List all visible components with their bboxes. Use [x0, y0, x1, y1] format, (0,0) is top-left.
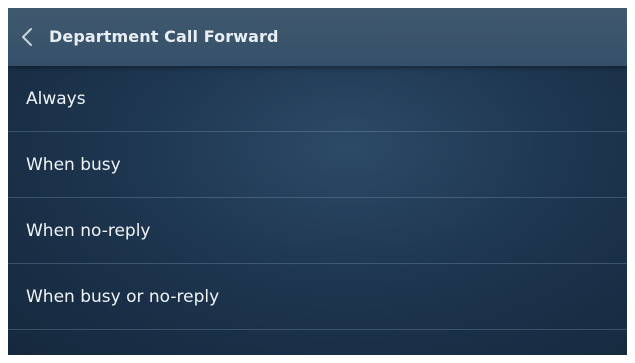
option-when-busy-or-no-reply[interactable]: When busy or no-reply: [8, 264, 627, 330]
chevron-left-icon: [21, 27, 33, 47]
option-when-no-reply[interactable]: When no-reply: [8, 198, 627, 264]
option-label: When no-reply: [26, 221, 151, 241]
header-bar: Department Call Forward: [8, 8, 627, 66]
call-forward-screen: Department Call Forward Always When busy…: [8, 8, 627, 355]
option-label: When busy: [26, 155, 121, 175]
option-label: When busy or no-reply: [26, 287, 220, 307]
back-button[interactable]: [16, 24, 38, 50]
option-label: Always: [26, 89, 86, 109]
option-always[interactable]: Always: [8, 66, 627, 132]
forward-options-list: Always When busy When no-reply When busy…: [8, 66, 627, 330]
option-when-busy[interactable]: When busy: [8, 132, 627, 198]
page-title: Department Call Forward: [49, 27, 279, 46]
